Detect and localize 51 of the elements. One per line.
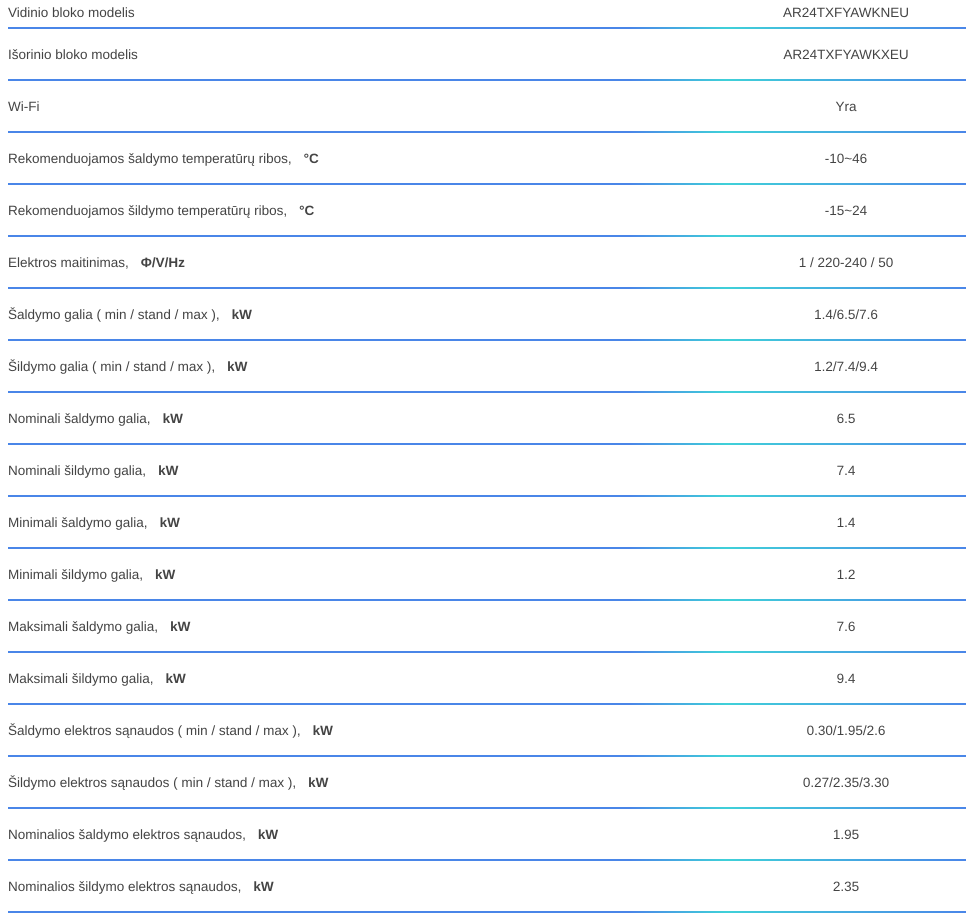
spec-value: 7.4 — [836, 462, 856, 480]
spec-value: 1.2 — [836, 566, 856, 584]
spec-value: 1.4/6.5/7.6 — [814, 306, 878, 324]
spec-value: 0.30/1.95/2.6 — [806, 722, 886, 740]
spec-value: Yra — [835, 98, 856, 116]
unit-label: kW — [232, 306, 252, 324]
spec-value: 0.27/2.35/3.30 — [802, 774, 890, 792]
spec-label: Rekomenduojamos šildymo temperatūrų ribos, — [8, 202, 288, 220]
unit-label: kW — [166, 670, 186, 688]
spec-label: Minimali šaldymo galia, — [8, 514, 148, 532]
spec-label: Nominali šaldymo galia, — [8, 410, 151, 428]
unit-label: kW — [160, 514, 180, 532]
unit-label: °C — [304, 150, 319, 168]
spec-value: 6.5 — [836, 410, 856, 428]
spec-value: -10~46 — [824, 150, 868, 168]
spec-value: AR24TXFYAWKNEU — [782, 4, 910, 22]
spec-label: Šildymo elektros sąnaudos ( min / stand / max ), — [8, 774, 296, 792]
unit-label: kW — [258, 826, 278, 844]
spec-value: 7.6 — [836, 618, 856, 636]
unit-label: kW — [227, 358, 248, 376]
spec-label: Išorinio bloko modelis — [8, 46, 138, 64]
spec-label: Nominali šildymo galia, — [8, 462, 146, 480]
spec-label: Vidinio bloko modelis — [8, 4, 135, 22]
spec-value: 9.4 — [836, 670, 856, 688]
spec-value: -15~24 — [824, 202, 868, 220]
spec-label: Nominalios šildymo elektros sąnaudos, — [8, 878, 242, 896]
spec-label: Šildymo galia ( min / stand / max ), — [8, 358, 216, 376]
unit-label: kW — [253, 878, 274, 896]
spec-value: 2.35 — [832, 878, 860, 896]
spec-label: Šaldymo elektros sąnaudos ( min / stand / max ), — [8, 722, 301, 740]
unit-label: kW — [312, 722, 333, 740]
spec-label: Elektros maitinimas, — [8, 254, 129, 272]
unit-label: kW — [155, 566, 176, 584]
unit-label: kW — [170, 618, 190, 636]
spec-value: 1.4 — [836, 514, 856, 532]
spec-label: Minimali šildymo galia, — [8, 566, 144, 584]
unit-label: kW — [162, 410, 183, 428]
spec-label: Wi-Fi — [8, 98, 40, 116]
spec-value: AR24TXFYAWKXEU — [783, 46, 909, 64]
spec-label: Šaldymo galia ( min / stand / max ), — [8, 306, 220, 324]
spec-label: Maksimali šaldymo galia, — [8, 618, 158, 636]
spec-label: Rekomenduojamos šaldymo temperatūrų ribos, — [8, 150, 292, 168]
unit-label: kW — [308, 774, 328, 792]
spec-label: Nominalios šaldymo elektros sąnaudos, — [8, 826, 246, 844]
spec-value: 1.2/7.4/9.4 — [814, 358, 878, 376]
unit-label: °C — [299, 202, 314, 220]
unit-label: kW — [158, 462, 178, 480]
unit-label: Φ/V/Hz — [140, 254, 185, 272]
spec-value: 1 / 220-240 / 50 — [798, 254, 894, 272]
spec-label: Maksimali šildymo galia, — [8, 670, 154, 688]
spec-value: 1.95 — [832, 826, 860, 844]
